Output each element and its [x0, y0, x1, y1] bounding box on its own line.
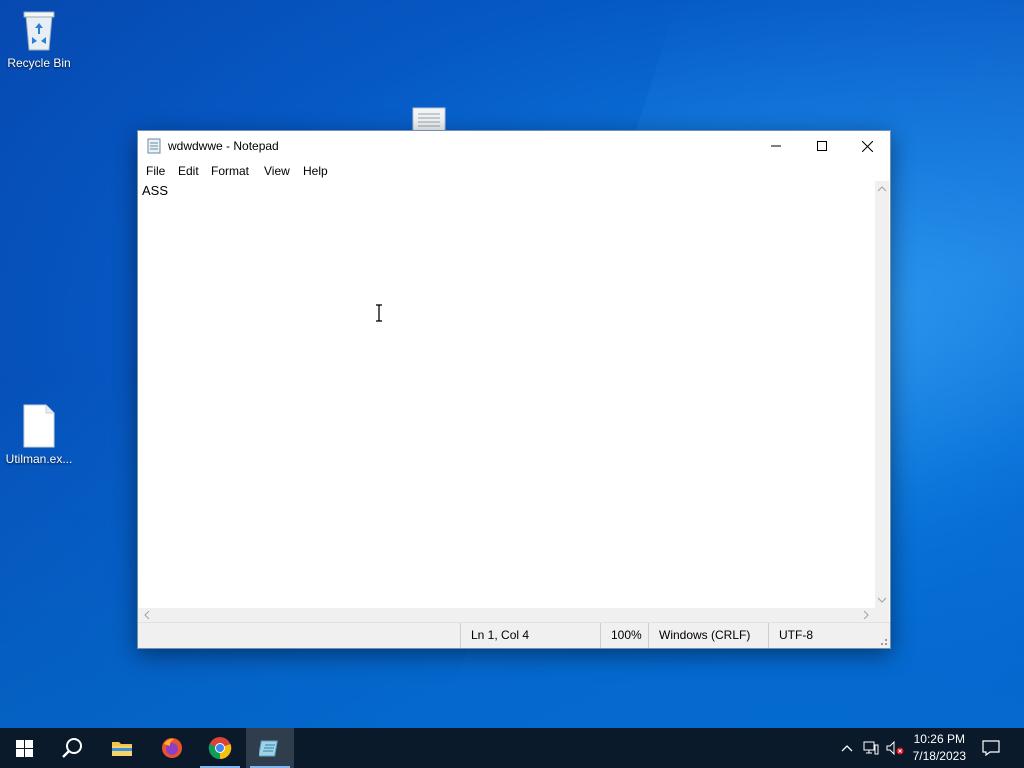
- menu-edit[interactable]: Edit: [178, 164, 199, 178]
- status-zoom: 100%: [600, 623, 648, 648]
- menu-file[interactable]: File: [146, 164, 165, 178]
- status-position: Ln 1, Col 4: [460, 623, 600, 648]
- horizontal-scrollbar[interactable]: [138, 608, 875, 622]
- taskbar-firefox[interactable]: [148, 728, 196, 768]
- start-button[interactable]: [0, 728, 48, 768]
- clock-time: 10:26 PM: [913, 732, 965, 746]
- scrollbar-corner: [875, 608, 889, 622]
- document-text[interactable]: ASS: [142, 183, 168, 198]
- close-button[interactable]: [844, 131, 890, 161]
- scroll-left-icon[interactable]: [144, 611, 150, 619]
- maximize-button[interactable]: [799, 131, 845, 161]
- minimize-button[interactable]: [753, 131, 799, 161]
- chevron-up-icon: [841, 745, 853, 752]
- vertical-scrollbar[interactable]: [875, 181, 889, 608]
- resize-grip-icon[interactable]: [878, 636, 888, 646]
- status-bar: Ln 1, Col 4 100% Windows (CRLF) UTF-8: [138, 622, 890, 648]
- title-bar[interactable]: wdwdwwe - Notepad: [138, 131, 890, 161]
- scroll-up-icon[interactable]: [878, 186, 886, 192]
- desktop-icon-label: Utilman.ex...: [5, 452, 73, 466]
- network-icon: [863, 741, 879, 755]
- scroll-right-icon[interactable]: [863, 611, 869, 619]
- menu-bar: File Edit Format View Help: [138, 161, 890, 181]
- firefox-icon: [162, 738, 182, 758]
- menu-help[interactable]: Help: [303, 164, 328, 178]
- menu-format[interactable]: Format: [211, 164, 249, 178]
- network-button[interactable]: [860, 728, 882, 768]
- taskbar-notepad[interactable]: [246, 728, 294, 768]
- notepad-window[interactable]: wdwdwwe - Notepad File Edit Format View …: [137, 130, 891, 649]
- taskbar-chrome[interactable]: [196, 728, 244, 768]
- status-encoding: UTF-8: [768, 623, 878, 648]
- scroll-down-icon[interactable]: [878, 597, 886, 603]
- action-center-button[interactable]: [978, 728, 1004, 768]
- window-title: wdwdwwe - Notepad: [168, 139, 279, 153]
- maximize-icon: [817, 141, 827, 151]
- clock[interactable]: 10:26 PM 7/18/2023: [913, 731, 966, 765]
- search-button[interactable]: [48, 728, 96, 768]
- ibeam-cursor-icon: [376, 304, 382, 322]
- notepad-app-icon: [147, 138, 161, 154]
- menu-view[interactable]: View: [264, 164, 290, 178]
- minimize-icon: [771, 145, 781, 147]
- notepad-icon: [259, 740, 278, 757]
- desktop-icon-recycle-bin[interactable]: Recycle Bin: [1, 6, 77, 70]
- tray-overflow-button[interactable]: [836, 728, 858, 768]
- text-editor[interactable]: ASS: [138, 181, 875, 608]
- close-icon: [861, 140, 873, 152]
- desktop-icon-utilman[interactable]: Utilman.ex...: [1, 404, 77, 466]
- taskbar: 10:26 PM 7/18/2023: [0, 728, 1024, 768]
- text-document-icon[interactable]: [412, 107, 446, 131]
- status-line-ending: Windows (CRLF): [648, 623, 768, 648]
- start-icon: [15, 739, 33, 757]
- chrome-icon: [208, 737, 232, 760]
- desktop-icon-label: Recycle Bin: [7, 56, 71, 70]
- search-icon: [62, 738, 82, 758]
- notification-icon: [982, 740, 1000, 756]
- volume-button[interactable]: [884, 728, 906, 768]
- recycle-bin-icon: [23, 11, 55, 51]
- file-explorer-icon: [112, 742, 132, 756]
- taskbar-file-explorer[interactable]: [98, 728, 146, 768]
- file-icon: [23, 404, 55, 448]
- clock-date: 7/18/2023: [912, 749, 966, 763]
- volume-muted-icon: [886, 741, 904, 755]
